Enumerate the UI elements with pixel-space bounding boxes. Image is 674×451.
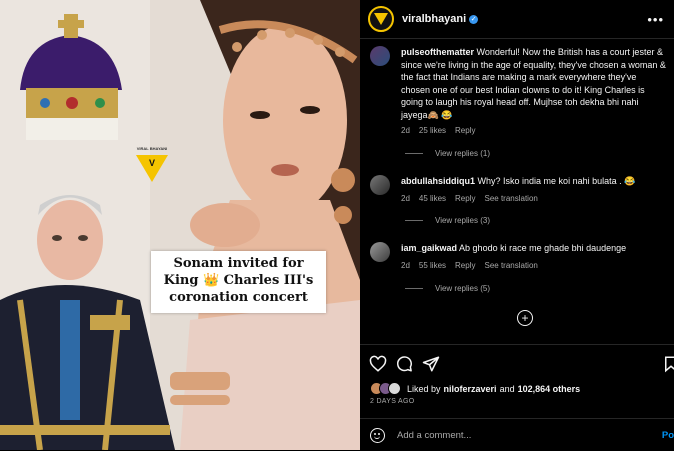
watermark-text: VIRAL BHAYANI	[136, 146, 168, 151]
caption-card: Sonam invited for King 👑 Charles III's c…	[151, 251, 326, 313]
commenter-avatar[interactable]	[370, 242, 390, 262]
see-translation-button[interactable]: See translation	[484, 194, 537, 203]
liker-username[interactable]: niloferzaveri	[444, 384, 497, 394]
comment-text-block: iam_gaikwad Ab ghodo ki race me ghade bh…	[401, 242, 666, 255]
view-replies-button[interactable]: View replies (1)	[405, 149, 490, 158]
add-comment-bar: Add a comment... Po	[360, 418, 674, 451]
comment-item: pulseofthematter Wonderful! Now the Brit…	[370, 46, 666, 156]
comment-username[interactable]: pulseofthematter	[401, 47, 474, 57]
caption-line-1: Sonam invited for	[173, 256, 304, 271]
svg-text:V: V	[149, 158, 155, 168]
reply-button[interactable]: Reply	[455, 194, 475, 203]
comment-likes[interactable]: 25 likes	[419, 126, 446, 135]
comment-text-block: pulseofthematter Wonderful! Now the Brit…	[401, 46, 666, 121]
comment-age: 2d	[401, 194, 410, 203]
post-illustration: V	[0, 0, 360, 450]
comment-meta: 2d 55 likes Reply See translation	[401, 261, 538, 270]
comment-meta: 2d 25 likes Reply	[401, 126, 475, 135]
comment-text: Wonderful! Now the British has a court j…	[401, 47, 666, 120]
likes-prefix: Liked by	[407, 383, 441, 394]
post-time-ago: 2 DAYS AGO	[370, 398, 415, 405]
post-header: viralbhayani ✓ •••	[360, 0, 674, 39]
comment-meta: 2d 45 likes Reply See translation	[401, 194, 538, 203]
profile-username[interactable]: viralbhayani	[402, 13, 466, 25]
add-comment-input[interactable]: Add a comment...	[397, 430, 471, 441]
comment-age: 2d	[401, 261, 410, 270]
comment-item: iam_gaikwad Ab ghodo ki race me ghade bh…	[370, 242, 664, 282]
comment-username[interactable]: iam_gaikwad	[401, 243, 457, 253]
view-replies-label: View replies (5)	[435, 284, 490, 293]
reply-button[interactable]: Reply	[455, 261, 475, 270]
brand-logo-icon	[374, 13, 388, 25]
divider-line	[405, 153, 423, 154]
caption-line-3: coronation concert	[169, 290, 308, 305]
likes-count[interactable]: 102,864 others	[518, 384, 581, 394]
view-replies-button[interactable]: View replies (3)	[405, 216, 490, 225]
liker-avatars	[370, 382, 401, 395]
comment-text: Ab ghodo ki race me ghade bhi daudenge	[459, 243, 627, 253]
view-replies-label: View replies (1)	[435, 149, 490, 158]
share-send-icon[interactable]	[422, 355, 440, 373]
commenter-avatar[interactable]	[370, 46, 390, 66]
post-comment-button[interactable]: Po	[662, 430, 674, 441]
post-details-panel: viralbhayani ✓ ••• pulseofthematter Wond…	[360, 0, 674, 450]
emoji-icon[interactable]	[370, 427, 385, 443]
comment-text-block: abdullahsiddiqu1 Why? Isko india me koi …	[401, 175, 666, 188]
post-image[interactable]: V VIRAL BHAYANI Sonam invited for King 👑…	[0, 0, 360, 450]
save-bookmark-icon[interactable]	[662, 355, 674, 373]
comment-likes[interactable]: 45 likes	[419, 194, 446, 203]
divider-line	[405, 220, 423, 221]
likes-summary: Liked by niloferzaveri and 102,864 other…	[370, 382, 580, 395]
comment-bubble-icon[interactable]	[395, 355, 413, 373]
divider-line	[405, 288, 423, 289]
comment-age: 2d	[401, 126, 410, 135]
comment-username[interactable]: abdullahsiddiqu1	[401, 176, 475, 186]
load-more-comments-icon[interactable]: +	[517, 310, 533, 326]
commenter-avatar[interactable]	[370, 175, 390, 195]
caption-line-2: King 👑 Charles III's	[163, 273, 314, 288]
more-options-icon[interactable]: •••	[647, 12, 664, 27]
reply-button[interactable]: Reply	[455, 126, 475, 135]
comment-likes[interactable]: 55 likes	[419, 261, 446, 270]
comment-text: Why? Isko india me koi nahi bulata . 😂	[477, 176, 636, 186]
liker-avatar	[388, 382, 401, 395]
like-heart-icon[interactable]	[369, 355, 387, 373]
comments-list: pulseofthematter Wonderful! Now the Brit…	[360, 38, 674, 338]
comment-item: abdullahsiddiqu1 Why? Isko india me koi …	[370, 175, 664, 215]
action-bar	[360, 344, 674, 381]
view-replies-label: View replies (3)	[435, 216, 490, 225]
profile-avatar[interactable]	[368, 6, 394, 32]
likes-and: and	[499, 383, 515, 394]
see-translation-button[interactable]: See translation	[484, 261, 537, 270]
view-replies-button[interactable]: View replies (5)	[405, 284, 490, 293]
verified-badge-icon: ✓	[469, 14, 479, 24]
